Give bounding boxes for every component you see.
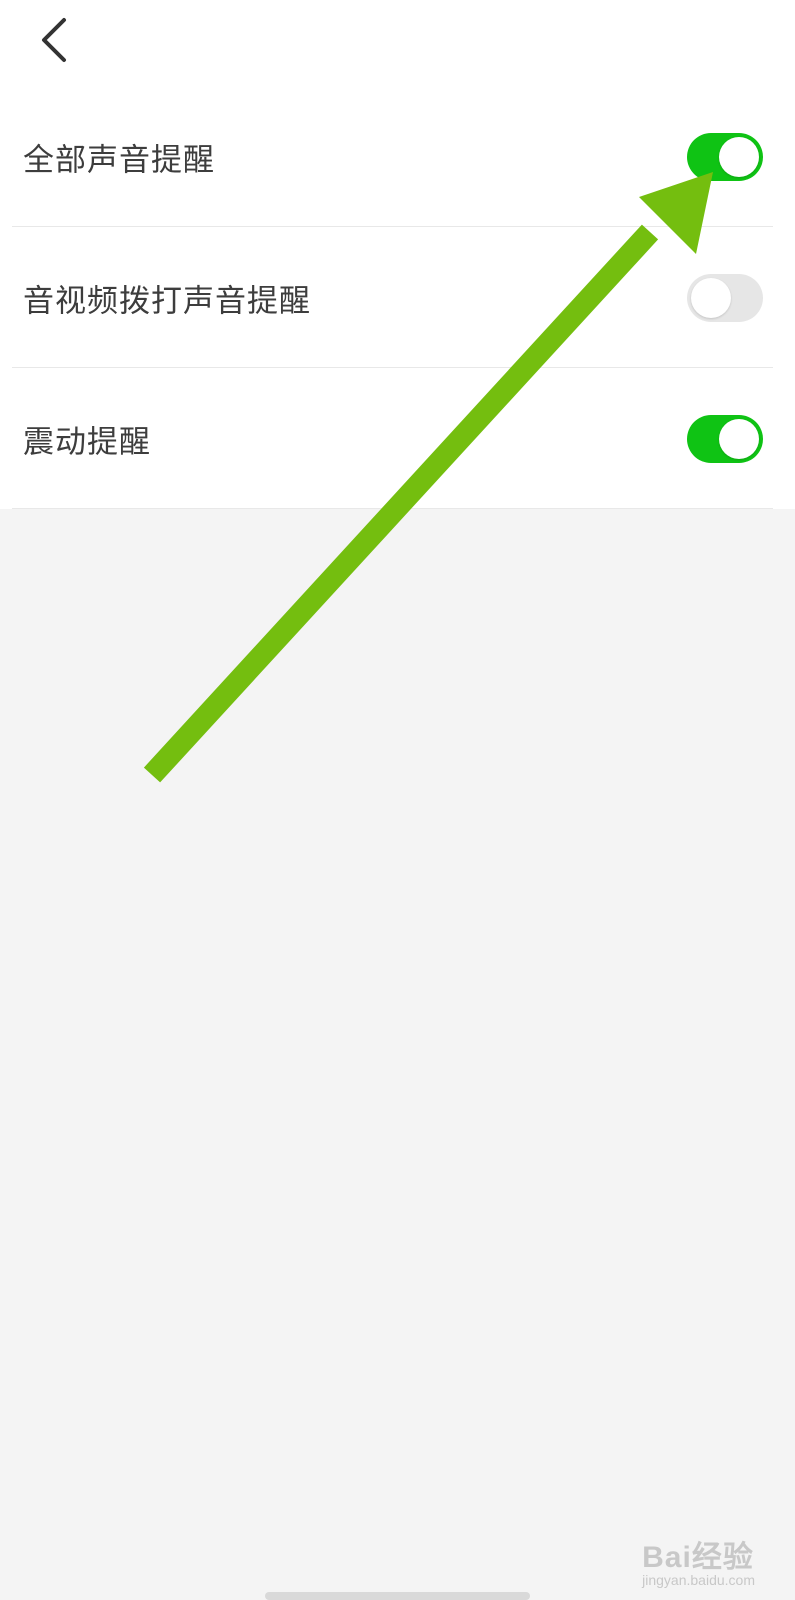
setting-label: 全部声音提醒 bbox=[23, 142, 215, 178]
setting-label: 震动提醒 bbox=[23, 424, 151, 460]
setting-label: 音视频拨打声音提醒 bbox=[23, 283, 311, 319]
toggle-knob bbox=[719, 136, 759, 177]
watermark: Bai经验 jingyan.baidu.com bbox=[642, 1532, 755, 1588]
toggle-knob bbox=[719, 418, 759, 459]
all-sound-toggle[interactable] bbox=[687, 132, 763, 181]
watermark-url: jingyan.baidu.com bbox=[642, 1572, 755, 1588]
home-indicator[interactable] bbox=[265, 1592, 530, 1600]
watermark-logo: Bai经验 bbox=[642, 1541, 754, 1574]
chevron-left-icon bbox=[42, 18, 66, 62]
setting-row-call-sound: 音视频拨打声音提醒 bbox=[0, 227, 795, 368]
call-sound-toggle[interactable] bbox=[687, 273, 763, 322]
setting-row-vibration: 震动提醒 bbox=[0, 368, 795, 509]
vibration-toggle[interactable] bbox=[687, 414, 763, 463]
back-button[interactable] bbox=[28, 12, 80, 68]
notification-settings-list: 全部声音提醒 音视频拨打声音提醒 震动提醒 bbox=[0, 86, 795, 509]
setting-row-all-sound: 全部声音提醒 bbox=[0, 86, 795, 227]
top-bar bbox=[0, 0, 795, 86]
divider bbox=[12, 508, 773, 509]
toggle-knob bbox=[691, 277, 731, 318]
